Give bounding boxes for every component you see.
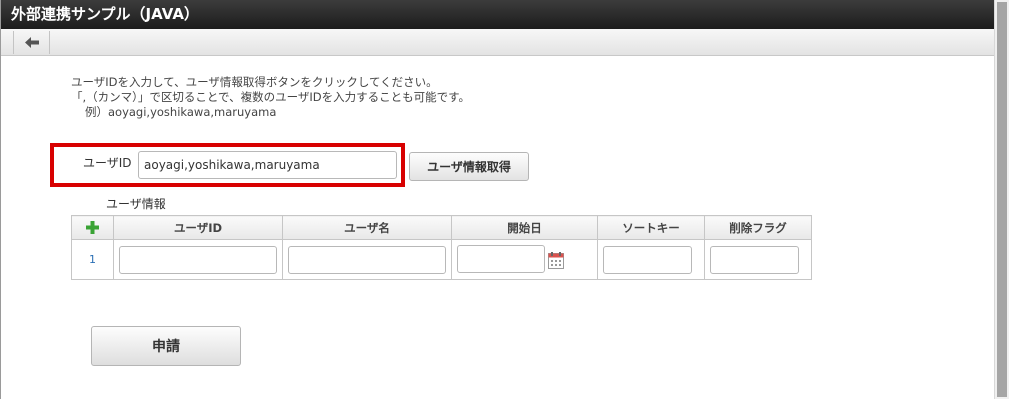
scrollbar-thumb[interactable] bbox=[997, 2, 1007, 397]
user-info-section-label: ユーザ情報 bbox=[106, 197, 166, 211]
apply-button[interactable]: 申請 bbox=[91, 326, 241, 366]
table-row: 1 bbox=[71, 239, 812, 280]
help-example: 例）aoyagi,yoshikawa,maruyama bbox=[85, 105, 277, 119]
user-id-cell bbox=[113, 239, 283, 280]
vertical-scrollbar[interactable] bbox=[994, 0, 1009, 399]
window: 外部連携サンプル（JAVA） ユーザIDを入力して、ユーザ情報取得ボタンをクリッ… bbox=[0, 0, 995, 399]
user-id-label: ユーザID bbox=[83, 156, 132, 170]
calendar-icon[interactable] bbox=[548, 252, 564, 269]
help-text: ユーザIDを入力して、ユーザ情報取得ボタンをクリックしてください。 「,（カンマ… bbox=[71, 75, 470, 120]
row-number: 1 bbox=[71, 239, 114, 280]
row-delete-flag-input[interactable] bbox=[710, 245, 799, 274]
help-line-1: ユーザIDを入力して、ユーザ情報取得ボタンをクリックしてください。 bbox=[71, 75, 438, 89]
row-start-date-input[interactable] bbox=[457, 245, 545, 273]
table-header-row: ユーザID ユーザ名 開始日 ソートキー 削除フラグ bbox=[71, 215, 812, 240]
delete-flag-cell bbox=[704, 239, 812, 280]
fetch-user-info-button[interactable]: ユーザ情報取得 bbox=[409, 152, 529, 181]
user-id-input[interactable] bbox=[138, 151, 397, 179]
plus-icon bbox=[86, 221, 99, 234]
toolbar bbox=[1, 29, 995, 56]
add-row-button[interactable] bbox=[71, 215, 114, 240]
start-date-cell bbox=[451, 239, 598, 280]
row-sort-key-input[interactable] bbox=[603, 245, 692, 274]
column-header-delete-flag: 削除フラグ bbox=[704, 215, 812, 240]
column-header-sort-key: ソートキー bbox=[597, 215, 705, 240]
column-header-user-name: ユーザ名 bbox=[282, 215, 452, 240]
sort-key-cell bbox=[597, 239, 705, 280]
column-header-user-id: ユーザID bbox=[113, 215, 283, 240]
user-info-table: ユーザID ユーザ名 開始日 ソートキー 削除フラグ 1 bbox=[71, 215, 812, 280]
user-name-cell bbox=[282, 239, 452, 280]
arrow-left-icon bbox=[25, 37, 39, 48]
window-title: 外部連携サンプル（JAVA） bbox=[1, 0, 995, 29]
help-line-2: 「,（カンマ）」で区切ることで、複数のユーザIDを入力することも可能です。 bbox=[71, 90, 470, 104]
back-button[interactable] bbox=[13, 31, 50, 54]
row-user-id-input[interactable] bbox=[119, 245, 277, 274]
row-user-name-input[interactable] bbox=[288, 245, 446, 274]
column-header-start-date: 開始日 bbox=[451, 215, 598, 240]
